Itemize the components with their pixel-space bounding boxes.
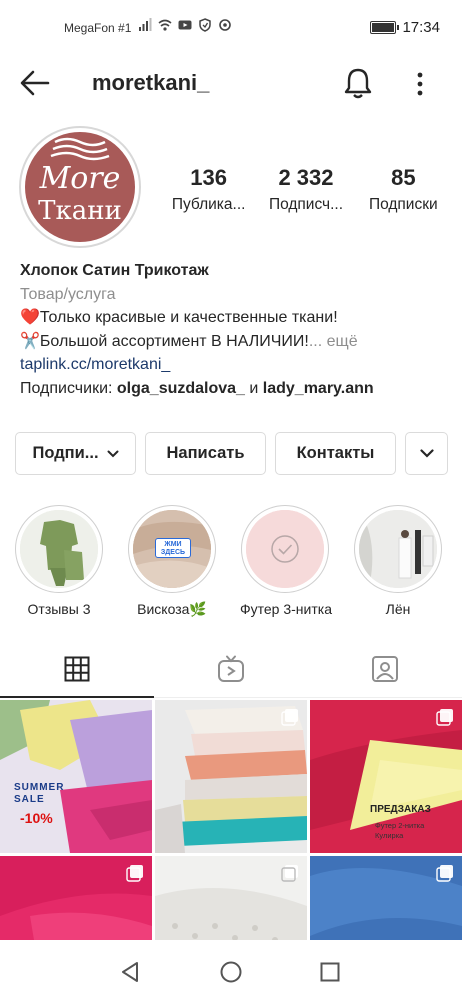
- highlight-label: Отзывы 3: [27, 601, 91, 617]
- stat-followers-value: 2 332: [278, 165, 334, 190]
- logo-text-tkani: Ткани: [38, 196, 122, 226]
- highlight-ring: ЖМИ ЗДЕСЬ: [128, 505, 216, 593]
- grid-icon: [64, 656, 90, 681]
- bell-icon[interactable]: [342, 66, 374, 100]
- home-circle-icon[interactable]: [219, 960, 243, 984]
- system-nav-bar: [0, 940, 462, 1000]
- page-title: moretkani_: [92, 70, 210, 95]
- post-caption-title: ПРЕДЗАКАЗ: [370, 804, 431, 815]
- highlight-sticker: ЖМИ ЗДЕСЬ: [155, 538, 191, 558]
- bio-category: Товар/услуга: [20, 285, 116, 303]
- post-image: [0, 700, 152, 853]
- avatar-image: More Ткани: [25, 132, 135, 242]
- profile-actions: Подпи... Написать Контакты: [15, 432, 448, 475]
- bio-more-link[interactable]: ... ещё: [309, 333, 358, 350]
- profile-bio: Хлопок Сатин Трикотаж Товар/услуга ❤️Тол…: [20, 259, 450, 400]
- profile-header: moretkani_: [0, 56, 462, 112]
- battery-icon: [370, 21, 400, 34]
- follower-2: lady_mary.ann: [262, 379, 374, 397]
- highlight-item[interactable]: ЖМИ ЗДЕСЬ Вискоза🌿: [127, 505, 217, 618]
- bio-name: Хлопок Сатин Трикотаж: [20, 262, 209, 279]
- profile-tabs: [0, 640, 462, 698]
- avatar[interactable]: More Ткани: [19, 126, 141, 248]
- stat-posts-label: Публика...: [171, 196, 246, 213]
- highlight-ring: [15, 505, 103, 593]
- tagged-icon: [372, 655, 398, 682]
- shield-icon: [199, 18, 211, 32]
- contacts-button[interactable]: Контакты: [275, 432, 396, 475]
- post-caption-sub: Футер 2-нитка Кулирка: [375, 821, 425, 840]
- bio-website-link[interactable]: taplink.cc/moretkani_: [20, 353, 450, 377]
- bio-line-2: ✂️Большой ассортимент В НАЛИЧИИ!... ещё: [20, 330, 450, 354]
- youtube-icon: [178, 20, 192, 30]
- highlight-thumbnail: [359, 510, 437, 588]
- highlight-thumbnail: [20, 510, 98, 588]
- multiple-photos-icon: [281, 865, 298, 882]
- multiple-photos-icon: [126, 865, 143, 882]
- back-triangle-icon[interactable]: [118, 960, 142, 984]
- stat-following[interactable]: 85 Подписки: [355, 164, 452, 216]
- sync-icon: [219, 19, 231, 31]
- post-promo-discount: -10%: [20, 810, 53, 826]
- carrier-label: MegaFon #1: [64, 21, 132, 35]
- highlight-item[interactable]: Лён: [353, 505, 443, 617]
- clock: 17:34: [402, 19, 440, 36]
- highlight-item[interactable]: Футер 3-нитка: [240, 505, 332, 617]
- following-button[interactable]: Подпи...: [15, 432, 136, 475]
- checkmark-circle-icon: [246, 510, 324, 588]
- back-arrow-icon[interactable]: [18, 68, 52, 98]
- followed-by-joiner: и: [244, 379, 263, 397]
- status-icons: [138, 18, 232, 32]
- multiple-photos-icon: [436, 865, 453, 882]
- tab-tagged[interactable]: [308, 640, 462, 697]
- status-right: 17:34: [370, 19, 440, 36]
- stat-followers-label: Подписч...: [268, 196, 344, 213]
- highlight-ring: [241, 505, 329, 593]
- bio-line-1: ❤️Только красивые и качественные ткани!: [20, 309, 338, 326]
- post-thumbnail[interactable]: [155, 700, 307, 853]
- story-highlights: Отзывы 3 ЖМИ ЗДЕСЬ Вискоза🌿 Футер 3-нитк…: [14, 505, 462, 625]
- logo-text-more: More: [39, 161, 121, 196]
- highlight-ring: [354, 505, 442, 593]
- multiple-photos-icon: [281, 709, 298, 726]
- bio-followed-by[interactable]: Подписчики: olga_suzdalova_ и lady_mary.…: [20, 377, 450, 401]
- highlight-label: Вискоза🌿: [137, 601, 207, 617]
- follower-1: olga_suzdalova_: [116, 379, 245, 397]
- wifi-icon: [158, 19, 172, 31]
- stat-posts[interactable]: 136 Публика...: [160, 164, 257, 216]
- profile-stats: 136 Публика... 2 332 Подписч... 85 Подпи…: [160, 164, 452, 216]
- stat-following-label: Подписки: [368, 196, 438, 213]
- highlight-label: Футер 3-нитка: [240, 601, 332, 617]
- suggested-accounts-button[interactable]: [405, 432, 448, 475]
- status-bar: MegaFon #1 17:34: [0, 0, 462, 56]
- highlight-thumbnail: [246, 510, 324, 588]
- stat-posts-value: 136: [190, 165, 228, 190]
- tab-posts-grid[interactable]: [0, 640, 154, 698]
- message-button[interactable]: Написать: [145, 432, 266, 475]
- highlight-item[interactable]: Отзывы 3: [14, 505, 104, 617]
- tab-igtv[interactable]: [154, 640, 308, 697]
- more-vertical-icon[interactable]: [410, 68, 430, 100]
- chevron-down-icon: [419, 449, 434, 458]
- multiple-photos-icon: [436, 709, 453, 726]
- highlight-label: Лён: [385, 601, 411, 617]
- followed-by-prefix: Подписчики:: [20, 379, 117, 397]
- bio-line-2-text: ✂️Большой ассортимент В НАЛИЧИИ!: [20, 332, 309, 350]
- post-thumbnail[interactable]: ПРЕДЗАКАЗ Футер 2-нитка Кулирка: [310, 700, 462, 853]
- highlight-thumbnail: ЖМИ ЗДЕСЬ: [133, 510, 211, 588]
- recents-square-icon[interactable]: [318, 960, 342, 984]
- chevron-down-icon: [107, 450, 119, 457]
- signal-icon: [139, 18, 152, 31]
- stat-followers[interactable]: 2 332 Подписч...: [257, 164, 354, 216]
- following-button-label: Подпи...: [32, 444, 99, 462]
- post-thumbnail[interactable]: SUMMER SALE -10%: [0, 700, 152, 853]
- igtv-icon: [218, 655, 244, 682]
- post-promo-title: SUMMER SALE: [14, 782, 65, 805]
- stat-following-value: 85: [391, 165, 416, 190]
